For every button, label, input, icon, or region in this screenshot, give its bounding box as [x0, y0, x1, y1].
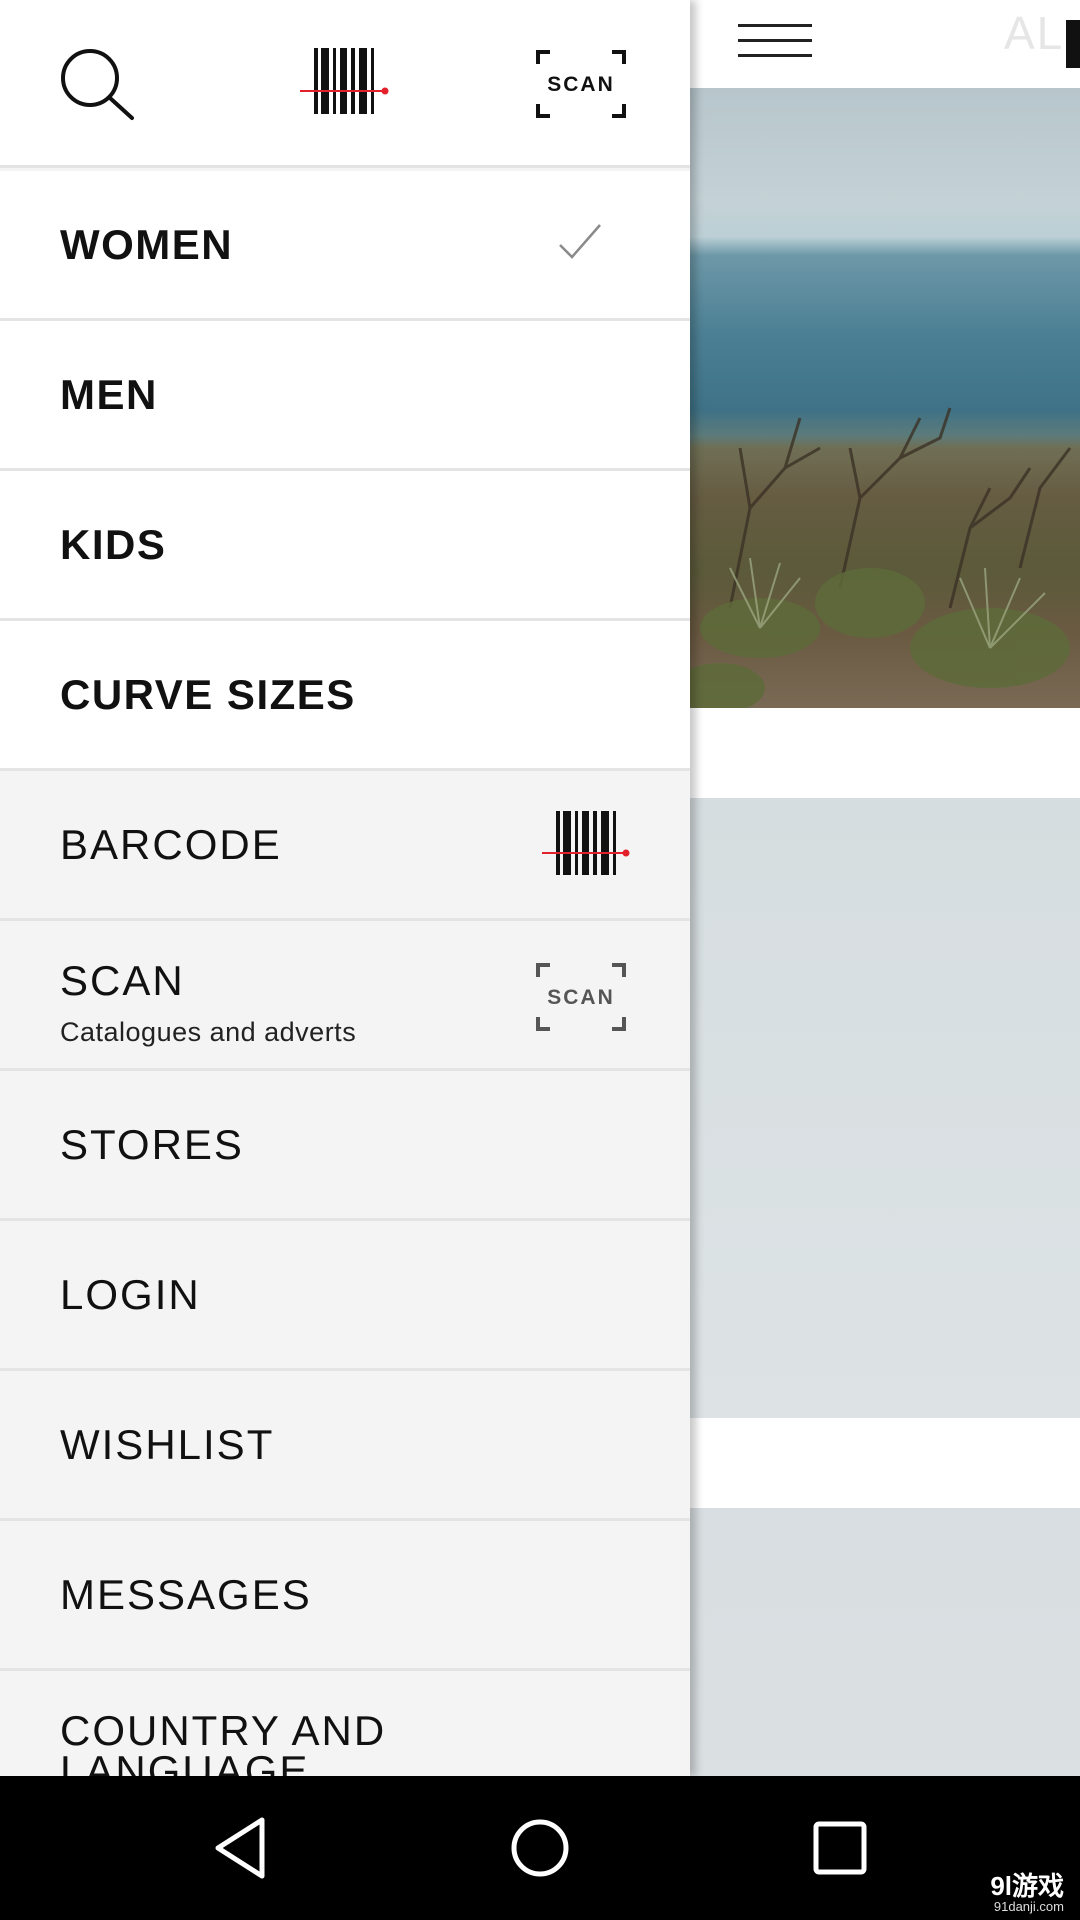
menu-item-label: WOMEN [60, 220, 234, 268]
menu-item-login[interactable]: LOGIN [0, 1221, 690, 1371]
menu-item-label: MEN [60, 370, 158, 418]
system-navigation-bar: 9l游戏 91danji.com [0, 1776, 1080, 1920]
menu-item-label: BARCODE [60, 820, 282, 868]
back-icon[interactable] [160, 1776, 320, 1920]
home-icon[interactable] [460, 1776, 620, 1920]
barcode-icon [542, 811, 632, 882]
menu-item-wishlist[interactable]: WISHLIST [0, 1371, 690, 1521]
recents-icon[interactable] [760, 1776, 920, 1920]
menu-item-messages[interactable]: MESSAGES [0, 1521, 690, 1671]
menu-item-men[interactable]: MEN [0, 321, 690, 471]
search-icon[interactable] [56, 44, 136, 124]
barcode-icon[interactable] [300, 48, 392, 118]
main-page: AL [690, 0, 1080, 1776]
menu-item-sublabel: Catalogues and adverts [60, 1017, 357, 1047]
checkmark-icon [558, 223, 602, 268]
menu-item-label: SCAN [60, 957, 185, 1004]
menu-item-label: STORES [60, 1120, 244, 1168]
hamburger-icon[interactable] [738, 24, 812, 60]
menu-item-label: LOGIN [60, 1270, 201, 1318]
menu-item-kids[interactable]: KIDS [0, 471, 690, 621]
menu-item-curve-sizes[interactable]: CURVE SIZES [0, 621, 690, 771]
menu-item-scan[interactable]: SCAN Catalogues and adverts SCAN [0, 921, 690, 1071]
menu-item-women[interactable]: WOMEN [0, 171, 690, 321]
watermark-text: 9l游戏 [990, 1871, 1064, 1901]
landscape-shrubs [690, 407, 1072, 708]
hero-image[interactable] [690, 88, 1080, 708]
menu-item-label: WISHLIST [60, 1420, 275, 1468]
menu-item-stores[interactable]: STORES [0, 1071, 690, 1221]
navigation-drawer: SCAN WOMEN MEN KIDS CURVE SIZES BARCODE [0, 0, 690, 1776]
watermark-logo: 9l游戏 91danji.com [990, 1872, 1064, 1914]
menu-item-label: CURVE SIZES [60, 670, 356, 718]
menu-item-barcode[interactable]: BARCODE [0, 771, 690, 921]
brand-logo-mark [1066, 20, 1080, 68]
scan-icon: SCAN [536, 963, 626, 1036]
main-header: AL [690, 0, 1080, 86]
content-panel[interactable] [690, 798, 1080, 1418]
brand-logo[interactable]: AL [1004, 6, 1064, 60]
menu-item-country-language[interactable]: COUNTRY AND LANGUAGE [0, 1671, 690, 1776]
watermark-subtext: 91danji.com [993, 1899, 1064, 1914]
menu-item-label: MESSAGES [60, 1570, 312, 1618]
scan-icon[interactable]: SCAN [536, 50, 626, 118]
content-panel[interactable] [690, 1508, 1080, 1776]
scan-icon-text: SCAN [547, 986, 615, 1009]
menu-item-label: KIDS [60, 520, 167, 568]
menu-item-label: COUNTRY AND LANGUAGE [60, 1707, 387, 1777]
scan-icon-text: SCAN [547, 73, 615, 96]
drawer-toolbar: SCAN [0, 0, 690, 168]
